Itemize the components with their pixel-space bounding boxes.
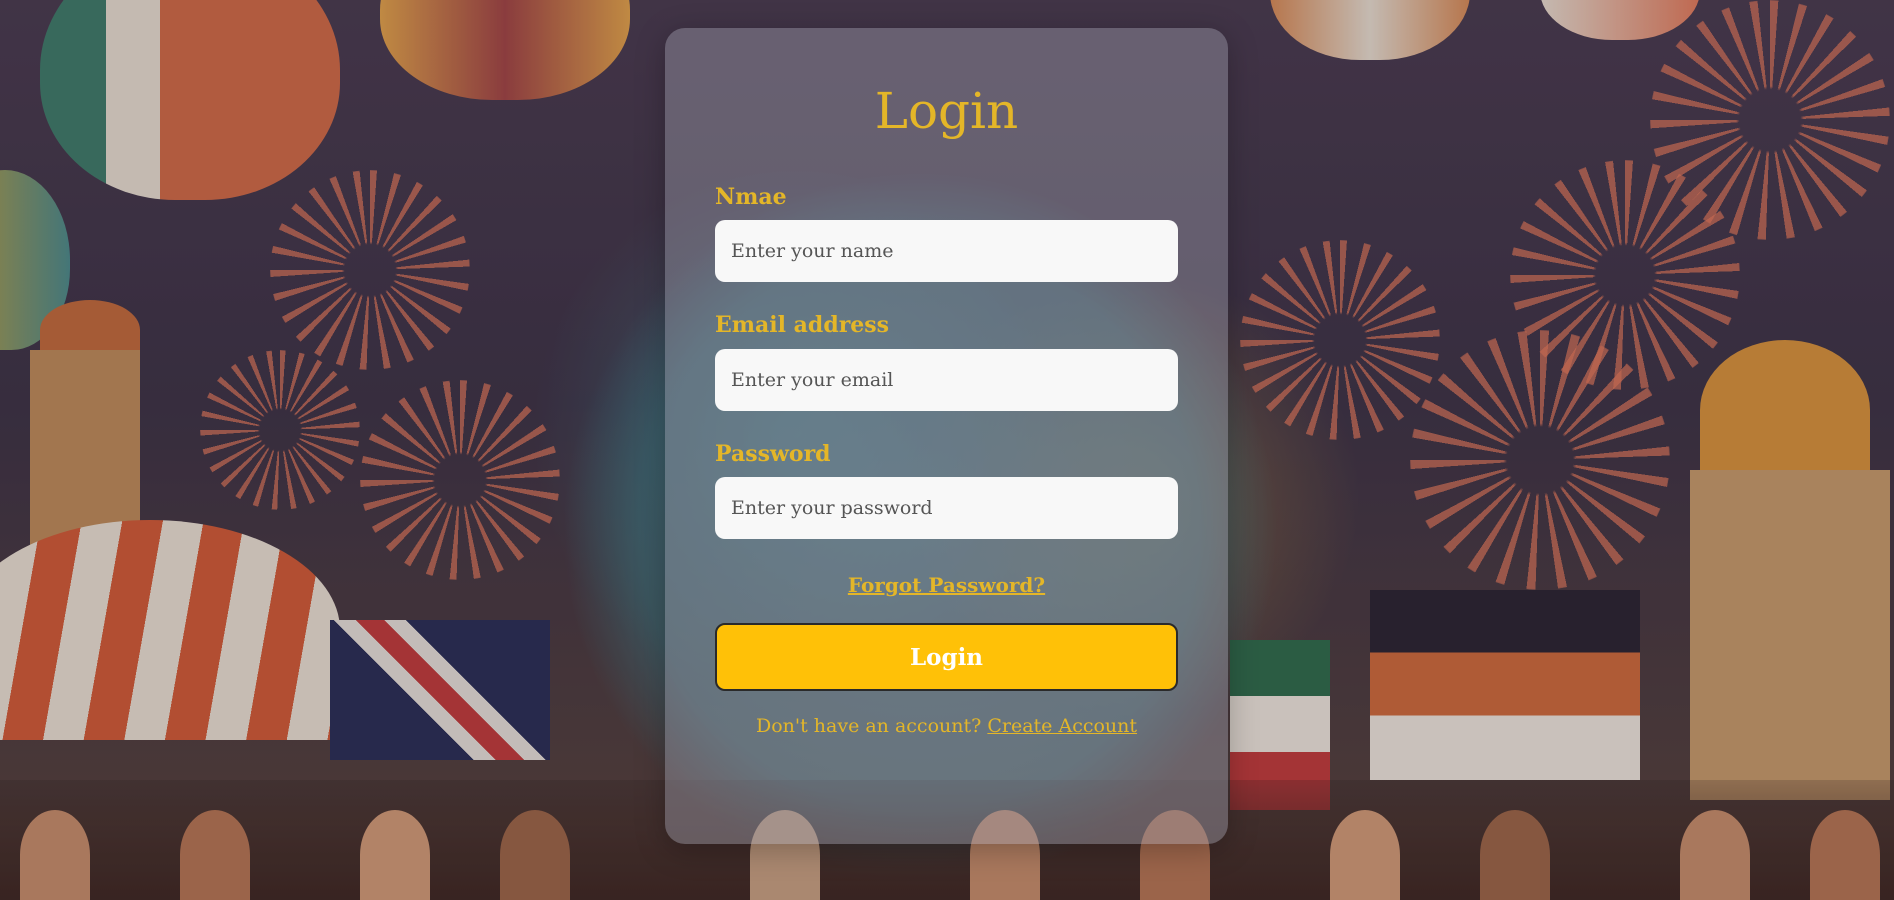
signup-row: Don't have an account? Create Account [715,715,1178,737]
login-button[interactable]: Login [715,623,1178,692]
forgot-password-link[interactable]: Forgot Password? [715,573,1178,597]
create-account-link[interactable]: Create Account [987,715,1137,737]
page-title: Login [874,82,1019,140]
name-label: Nmae [715,184,787,210]
email-input[interactable] [715,348,1178,411]
signup-prompt: Don't have an account? [755,715,982,738]
password-input[interactable] [715,477,1178,540]
login-card: Login Nmae Email address Password Forgot… [665,28,1228,844]
name-input[interactable] [715,220,1178,283]
password-label: Password [715,440,831,467]
email-label: Email address [715,312,890,339]
